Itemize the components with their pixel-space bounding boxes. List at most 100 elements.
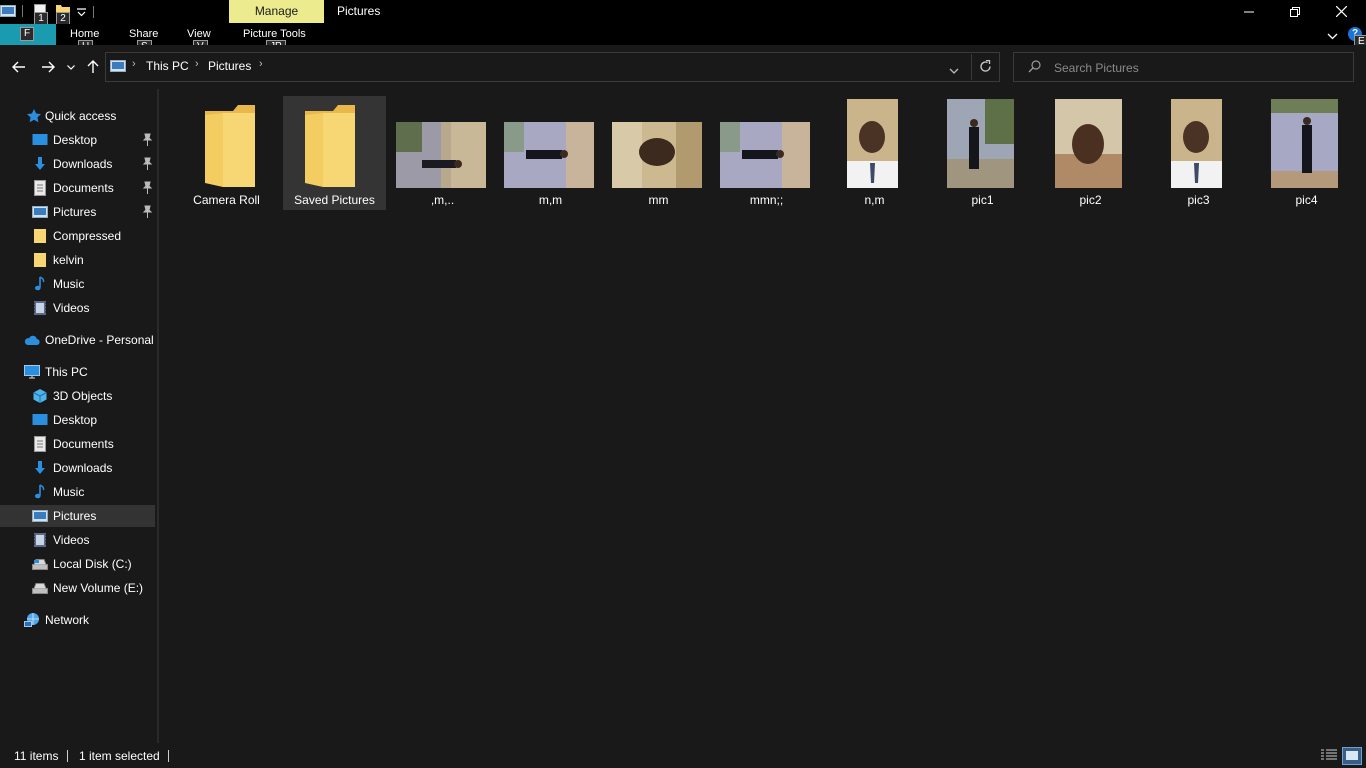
up-button[interactable] bbox=[83, 57, 103, 77]
pin-icon[interactable] bbox=[141, 157, 153, 171]
pin-icon[interactable] bbox=[141, 181, 153, 195]
file-item-image[interactable]: pic2 bbox=[1039, 96, 1142, 210]
sidebar-item-quick-access[interactable]: Quick access bbox=[0, 105, 155, 127]
pictures-icon bbox=[110, 59, 126, 76]
sidebar-item-network[interactable]: Network bbox=[0, 609, 155, 631]
sidebar-item-music[interactable]: Music bbox=[0, 273, 155, 295]
image-thumbnail bbox=[1055, 99, 1122, 188]
document-icon bbox=[32, 180, 48, 196]
sidebar-item-label: Videos bbox=[53, 301, 90, 315]
address-bar[interactable]: › This PC › Pictures › bbox=[105, 52, 1000, 82]
sidebar-item-label: Quick access bbox=[45, 109, 117, 123]
details-view-icon[interactable] bbox=[1321, 749, 1337, 764]
desktop-icon bbox=[32, 132, 48, 148]
sidebar-item-desktop-pc[interactable]: Desktop bbox=[0, 409, 155, 431]
sidebar-item-videos[interactable]: Videos bbox=[0, 297, 155, 319]
breadcrumb-pictures[interactable]: Pictures bbox=[208, 59, 251, 73]
sidebar-item-kelvin[interactable]: kelvin bbox=[0, 249, 155, 271]
title-bar: 1 2 Manage Pictures bbox=[0, 0, 1366, 26]
file-item-image[interactable]: mmn;; bbox=[715, 96, 818, 210]
sidebar-item-pictures[interactable]: Pictures bbox=[0, 201, 155, 223]
file-item-image[interactable]: m,m bbox=[499, 96, 602, 210]
app-icon[interactable] bbox=[0, 4, 16, 20]
sidebar-item-desktop[interactable]: Desktop bbox=[0, 129, 155, 151]
video-icon bbox=[32, 532, 48, 548]
document-icon bbox=[32, 436, 48, 452]
forward-button[interactable] bbox=[38, 57, 58, 77]
sidebar-item-label: OneDrive - Personal bbox=[45, 333, 154, 347]
music-icon bbox=[32, 484, 48, 500]
search-box[interactable] bbox=[1013, 52, 1354, 82]
image-thumbnail bbox=[847, 99, 898, 188]
sidebar-item-downloads[interactable]: Downloads bbox=[0, 153, 155, 175]
keytip-file: F bbox=[20, 27, 35, 41]
customize-qa-chevron-icon[interactable] bbox=[77, 6, 86, 22]
sidebar-item-label: 3D Objects bbox=[53, 389, 113, 403]
image-thumbnail bbox=[947, 99, 1014, 188]
sidebar-item-documents-pc[interactable]: Documents bbox=[0, 433, 155, 455]
status-separator bbox=[67, 750, 68, 762]
sidebar-item-local-disk-c[interactable]: Local Disk (C:) bbox=[0, 553, 155, 575]
folder-icon bbox=[32, 252, 48, 268]
sidebar-item-onedrive[interactable]: OneDrive - Personal bbox=[0, 329, 155, 351]
breadcrumb-this-pc[interactable]: This PC bbox=[146, 59, 189, 73]
tab-share[interactable]: Share bbox=[129, 28, 158, 40]
tab-view[interactable]: View bbox=[187, 28, 211, 40]
sidebar-item-3d-objects[interactable]: 3D Objects bbox=[0, 385, 155, 407]
recent-locations-chevron-icon[interactable] bbox=[64, 57, 78, 77]
sidebar-item-videos-pc[interactable]: Videos bbox=[0, 529, 155, 551]
restore-button[interactable] bbox=[1272, 0, 1318, 23]
minimize-button[interactable] bbox=[1226, 0, 1272, 23]
tab-file[interactable]: F bbox=[0, 24, 56, 45]
image-thumbnail bbox=[1271, 99, 1338, 188]
pin-icon[interactable] bbox=[141, 133, 153, 147]
expand-ribbon-chevron-icon[interactable] bbox=[1327, 29, 1338, 43]
back-button[interactable] bbox=[9, 57, 29, 77]
file-item-image[interactable]: pic3 bbox=[1147, 96, 1250, 210]
sidebar-item-documents[interactable]: Documents bbox=[0, 177, 155, 199]
sidebar-item-new-volume-e[interactable]: New Volume (E:) bbox=[0, 577, 155, 599]
ribbon: F Home H Share S View V Picture Tools JP… bbox=[0, 24, 1366, 54]
file-item-image[interactable]: ,m,.. bbox=[391, 96, 494, 210]
tab-picture-tools[interactable]: Picture Tools bbox=[243, 28, 306, 40]
drive-icon bbox=[32, 580, 48, 596]
sidebar-item-label: New Volume (E:) bbox=[53, 581, 144, 595]
sidebar-item-label: Pictures bbox=[53, 205, 97, 219]
sidebar-item-downloads-pc[interactable]: Downloads bbox=[0, 457, 155, 479]
sidebar-item-compressed[interactable]: Compressed bbox=[0, 225, 155, 247]
address-history-chevron-icon[interactable] bbox=[949, 63, 959, 77]
pictures-icon bbox=[32, 204, 48, 220]
sidebar-item-label: Desktop bbox=[53, 413, 98, 427]
tab-manage[interactable]: Manage bbox=[229, 0, 324, 23]
3d-objects-icon bbox=[32, 388, 48, 404]
file-item-image[interactable]: pic1 bbox=[931, 96, 1034, 210]
close-button[interactable] bbox=[1318, 0, 1364, 23]
cloud-icon bbox=[24, 332, 40, 348]
folder-icon bbox=[201, 101, 259, 189]
file-name: ,m,.. bbox=[430, 193, 455, 207]
navigation-bar: › This PC › Pictures › bbox=[0, 45, 1366, 89]
sidebar-item-label: Music bbox=[53, 277, 85, 291]
file-item-image[interactable]: pic4 bbox=[1255, 96, 1358, 210]
file-name: m,m bbox=[538, 193, 563, 207]
item-count: 11 items bbox=[14, 749, 59, 763]
sidebar-item-label: Network bbox=[45, 613, 90, 627]
search-input[interactable] bbox=[1052, 58, 1346, 78]
refresh-icon[interactable] bbox=[979, 59, 992, 76]
folder-icon bbox=[301, 101, 359, 189]
tab-home[interactable]: Home bbox=[70, 28, 99, 40]
file-item-saved-pictures[interactable]: Saved Pictures bbox=[283, 96, 386, 210]
file-item-camera-roll[interactable]: Camera Roll bbox=[175, 96, 278, 210]
file-name: Camera Roll bbox=[193, 193, 260, 207]
file-item-image[interactable]: n,m bbox=[823, 96, 926, 210]
large-icons-view-icon[interactable] bbox=[1342, 747, 1362, 765]
pin-icon[interactable] bbox=[141, 205, 153, 219]
file-item-image[interactable]: mm bbox=[607, 96, 710, 210]
sidebar-item-pictures-pc[interactable]: Pictures bbox=[0, 505, 155, 527]
sidebar-item-this-pc[interactable]: This PC bbox=[0, 361, 155, 383]
sidebar-item-music-pc[interactable]: Music bbox=[0, 481, 155, 503]
file-name: pic1 bbox=[971, 193, 994, 207]
folder-icon bbox=[32, 228, 48, 244]
qa-separator bbox=[22, 5, 23, 17]
music-icon bbox=[32, 276, 48, 292]
